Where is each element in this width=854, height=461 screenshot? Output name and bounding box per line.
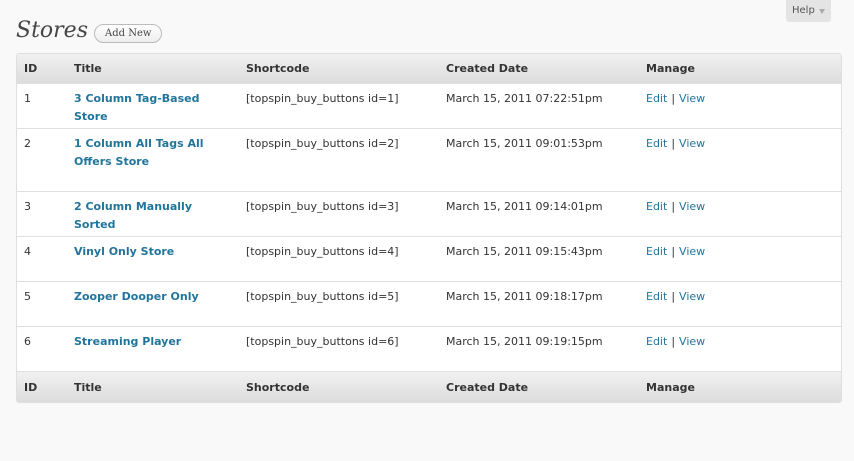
table-row: 5 Zooper Dooper Only [topspin_buy_button…: [17, 281, 841, 326]
separator: |: [671, 335, 676, 348]
separator: |: [671, 290, 676, 303]
help-tab[interactable]: Help: [786, 0, 831, 22]
help-label: Help: [792, 5, 815, 16]
store-title-link[interactable]: Vinyl Only Store: [74, 245, 174, 258]
store-created-date: March 15, 2011 09:15:43pm: [446, 245, 603, 258]
store-created-date: March 15, 2011 09:01:53pm: [446, 137, 603, 150]
store-id: 6: [24, 335, 31, 348]
store-title-link[interactable]: Streaming Player: [74, 335, 181, 348]
store-created-date: March 15, 2011 09:14:01pm: [446, 200, 603, 213]
column-footer-id[interactable]: ID: [17, 381, 74, 394]
column-header-manage[interactable]: Manage: [646, 62, 841, 75]
store-id: 3: [24, 200, 31, 213]
store-shortcode: [topspin_buy_buttons id=1]: [246, 92, 399, 105]
view-link[interactable]: View: [679, 137, 705, 150]
view-link[interactable]: View: [679, 335, 705, 348]
separator: |: [671, 137, 676, 150]
caret-down-icon: [818, 9, 825, 14]
store-id: 1: [24, 92, 31, 105]
store-shortcode: [topspin_buy_buttons id=2]: [246, 137, 399, 150]
store-title-link[interactable]: 2 Column Manually Sorted: [74, 200, 192, 231]
column-header-title[interactable]: Title: [74, 62, 246, 75]
view-link[interactable]: View: [679, 290, 705, 303]
store-title-link[interactable]: 3 Column Tag-Based Store: [74, 92, 199, 123]
store-shortcode: [topspin_buy_buttons id=4]: [246, 245, 399, 258]
table-row: 4 Vinyl Only Store [topspin_buy_buttons …: [17, 236, 841, 281]
table-row: 6 Streaming Player [topspin_buy_buttons …: [17, 326, 841, 371]
column-header-id[interactable]: ID: [17, 62, 74, 75]
store-title-link[interactable]: Zooper Dooper Only: [74, 290, 199, 303]
store-shortcode: [topspin_buy_buttons id=3]: [246, 200, 399, 213]
store-id: 2: [24, 137, 31, 150]
edit-link[interactable]: Edit: [646, 92, 667, 105]
edit-link[interactable]: Edit: [646, 335, 667, 348]
column-footer-shortcode[interactable]: Shortcode: [246, 381, 446, 394]
table-row: 2 1 Column All Tags All Offers Store [to…: [17, 128, 841, 191]
column-footer-created-date[interactable]: Created Date: [446, 381, 646, 394]
store-title-link[interactable]: 1 Column All Tags All Offers Store: [74, 137, 204, 168]
table-header: ID Title Shortcode Created Date Manage: [17, 54, 841, 83]
column-footer-manage[interactable]: Manage: [646, 381, 841, 394]
column-header-created-date[interactable]: Created Date: [446, 62, 646, 75]
store-shortcode: [topspin_buy_buttons id=5]: [246, 290, 399, 303]
store-id: 4: [24, 245, 31, 258]
column-footer-title[interactable]: Title: [74, 381, 246, 394]
table-row: 3 2 Column Manually Sorted [topspin_buy_…: [17, 191, 841, 236]
separator: |: [671, 245, 676, 258]
view-link[interactable]: View: [679, 200, 705, 213]
add-new-button[interactable]: Add New: [94, 24, 163, 43]
edit-link[interactable]: Edit: [646, 200, 667, 213]
edit-link[interactable]: Edit: [646, 245, 667, 258]
page-title: Stores: [16, 18, 88, 43]
store-created-date: March 15, 2011 09:19:15pm: [446, 335, 603, 348]
view-link[interactable]: View: [679, 245, 705, 258]
table-row: 1 3 Column Tag-Based Store [topspin_buy_…: [17, 83, 841, 128]
store-shortcode: [topspin_buy_buttons id=6]: [246, 335, 399, 348]
store-created-date: March 15, 2011 07:22:51pm: [446, 92, 603, 105]
view-link[interactable]: View: [679, 92, 705, 105]
separator: |: [671, 92, 676, 105]
store-created-date: March 15, 2011 09:18:17pm: [446, 290, 603, 303]
stores-table: ID Title Shortcode Created Date Manage 1…: [16, 53, 842, 403]
store-id: 5: [24, 290, 31, 303]
table-footer: ID Title Shortcode Created Date Manage: [17, 371, 841, 402]
column-header-shortcode[interactable]: Shortcode: [246, 62, 446, 75]
edit-link[interactable]: Edit: [646, 290, 667, 303]
edit-link[interactable]: Edit: [646, 137, 667, 150]
separator: |: [671, 200, 676, 213]
